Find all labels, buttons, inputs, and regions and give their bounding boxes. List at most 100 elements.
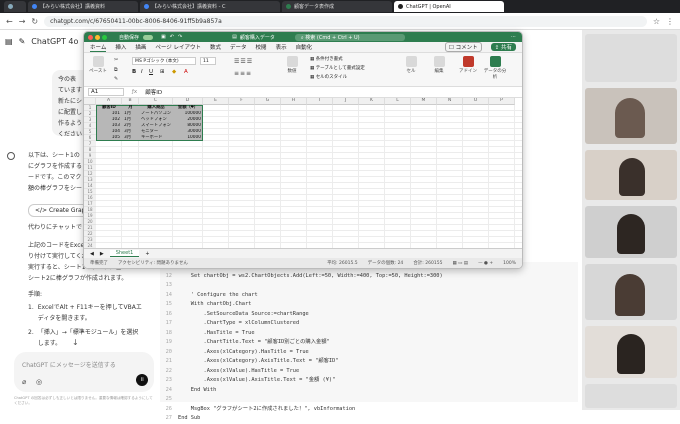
browser-menu-tab[interactable] [4, 1, 26, 12]
edit-button[interactable]: 編集 [430, 56, 448, 74]
tab-customer-data[interactable]: 顧客データ表作成 [282, 1, 392, 12]
column-header[interactable]: B [122, 98, 139, 105]
tab-view[interactable]: 表示 [276, 43, 287, 51]
tab-page-layout[interactable]: ページ レイアウト [155, 43, 201, 51]
column-header[interactable]: I [307, 98, 333, 105]
more-icon[interactable]: ⋯ [511, 34, 516, 40]
globe-icon[interactable]: ◎ [36, 378, 42, 386]
number-format-button[interactable]: 数値 [282, 56, 302, 74]
row-header[interactable]: 24 [84, 243, 96, 248]
cells-button[interactable]: セル [402, 56, 420, 74]
select-all-corner[interactable] [84, 98, 96, 105]
table-cell[interactable]: 3月 [122, 135, 139, 141]
bold-icon[interactable]: B [132, 69, 136, 75]
forward-icon[interactable]: → [19, 17, 26, 26]
column-header[interactable]: M [411, 98, 437, 105]
search-box[interactable]: ⌕ 検索 (Cmd + Ctrl + U) [294, 33, 405, 41]
column-header[interactable]: N [437, 98, 463, 105]
zoom-slider[interactable]: — ● + [478, 261, 493, 266]
zoom-level[interactable]: 100% [503, 261, 516, 266]
tab-lecture-materials-2[interactable]: 【みらい株式会社】講義資料 - C [140, 1, 280, 12]
sidebar-toggle-icon[interactable]: ▤ [5, 37, 13, 46]
analyze-data-button[interactable]: データの分析 [482, 56, 508, 80]
fill-color-icon[interactable]: ◆ [172, 69, 176, 75]
paste-button[interactable]: ペースト [88, 56, 108, 74]
reload-icon[interactable]: ↻ [31, 17, 38, 26]
message-input[interactable]: ChatGPT にメッセージを送信する [22, 360, 116, 369]
column-header[interactable]: P [489, 98, 515, 105]
underline-icon[interactable]: U [149, 69, 153, 75]
table-cell[interactable]: 105 [96, 135, 122, 141]
add-sheet-icon[interactable]: + [145, 251, 149, 257]
status-accessibility[interactable]: アクセシビリティ: 問題ありません [118, 260, 188, 266]
undo-icon[interactable]: ↶ [170, 34, 174, 40]
maximize-icon[interactable] [102, 34, 107, 40]
align-icons[interactable]: ☰☰☰ [234, 58, 253, 65]
column-header[interactable]: L [385, 98, 411, 105]
column-header[interactable]: G [255, 98, 281, 105]
cell-styles-button[interactable]: ▦ セルのスタイル [310, 74, 347, 80]
copy-icon[interactable]: ⧉ [114, 67, 118, 73]
tab-insert[interactable]: 挿入 [115, 43, 126, 51]
autosave-label[interactable]: 自動保存 [119, 34, 139, 41]
share-button[interactable]: ⇪ 共有 [490, 43, 516, 51]
fx-icon[interactable]: ƒx [132, 89, 137, 95]
addins-button[interactable]: アドイン [458, 56, 478, 74]
align-bottom-icons[interactable]: ≡≡≡ [234, 70, 252, 77]
format-painter-icon[interactable]: ✎ [114, 76, 118, 82]
column-header[interactable]: K [359, 98, 385, 105]
italic-icon[interactable]: I [141, 69, 143, 75]
message-line: ードです。このマク [28, 174, 82, 181]
tab-home[interactable]: ホーム [90, 43, 107, 52]
tab-data[interactable]: データ [230, 43, 247, 51]
model-selector[interactable]: ChatGPT 4o [31, 37, 78, 46]
new-chat-icon[interactable]: ✎ [19, 37, 26, 46]
font-size-select[interactable]: 11 [200, 57, 216, 65]
font-select[interactable]: MS Pゴシック (本文) [132, 57, 196, 65]
column-header[interactable]: E [203, 98, 229, 105]
formula-input[interactable]: 顧客ID [145, 88, 162, 96]
tab-review[interactable]: 校閲 [256, 43, 267, 51]
font-color-icon[interactable]: A [184, 69, 188, 75]
autosave-toggle[interactable] [143, 34, 154, 40]
column-header[interactable]: F [229, 98, 255, 105]
extensions-icon[interactable]: ⋮ [666, 17, 674, 26]
code-line: 27 End Sub [160, 414, 578, 424]
comment-button[interactable]: ☐ コメント [444, 42, 482, 52]
column-header[interactable]: J [333, 98, 359, 105]
column-header[interactable]: H [281, 98, 307, 105]
url-field[interactable]: chatgpt.com/c/67650411-00bc-8006-8406-91… [44, 15, 647, 27]
conditional-format-button[interactable]: ▦ 条件付き書式 [310, 56, 343, 62]
tab-automate[interactable]: 自動化 [296, 43, 313, 51]
tab-lecture-materials[interactable]: 【みらい株式会社】講義資料 [28, 1, 138, 12]
table-cell[interactable]: キーボード [139, 135, 173, 141]
column-header[interactable]: O [463, 98, 489, 105]
save-icon[interactable]: ▣ [161, 34, 166, 40]
message-input-box[interactable]: ChatGPT にメッセージを送信する ⌀ ◎ ॥ [14, 352, 154, 392]
scroll-down-icon[interactable]: ↓ [72, 338, 79, 347]
tab-chatgpt[interactable]: ChatGPT | OpenAI [394, 1, 504, 12]
sheet-tab-sheet1[interactable]: Sheet1 [109, 250, 140, 257]
browser-tab-bar: 【みらい株式会社】講義資料 【みらい株式会社】講義資料 - C 顧客データ表作成… [0, 0, 680, 13]
prev-sheet-icon[interactable]: ◀ [90, 251, 94, 257]
close-icon[interactable] [88, 34, 93, 40]
star-icon[interactable]: ☆ [653, 17, 660, 26]
redo-icon[interactable]: ↷ [178, 34, 182, 40]
voice-mode-icon[interactable]: ॥ [136, 374, 148, 386]
tab-formulas[interactable]: 数式 [210, 43, 221, 51]
next-sheet-icon[interactable]: ▶ [100, 251, 104, 257]
table-cell[interactable]: 10000 [173, 135, 203, 141]
format-table-button[interactable]: ▦ テーブルとして書式設定 [310, 65, 365, 71]
name-box[interactable]: A1 [88, 88, 124, 96]
back-icon[interactable]: ← [6, 17, 13, 26]
column-header[interactable]: D [173, 98, 203, 105]
minimize-icon[interactable] [95, 34, 100, 40]
tab-draw[interactable]: 描画 [135, 43, 146, 51]
column-header[interactable]: A [96, 98, 122, 105]
column-header[interactable]: C [139, 98, 173, 105]
attach-icon[interactable]: ⌀ [22, 378, 26, 386]
cut-icon[interactable]: ✂ [114, 57, 118, 63]
spreadsheet-grid[interactable]: A B C D E F G H I J K L M N O P 1 2 3 4 5 6 7 8 9 10 11 12 13 14 15 16 1… [84, 98, 522, 248]
borders-icon[interactable]: ⊞ [160, 69, 165, 75]
view-icons[interactable]: ▦ ▭ ▤ [452, 261, 468, 266]
